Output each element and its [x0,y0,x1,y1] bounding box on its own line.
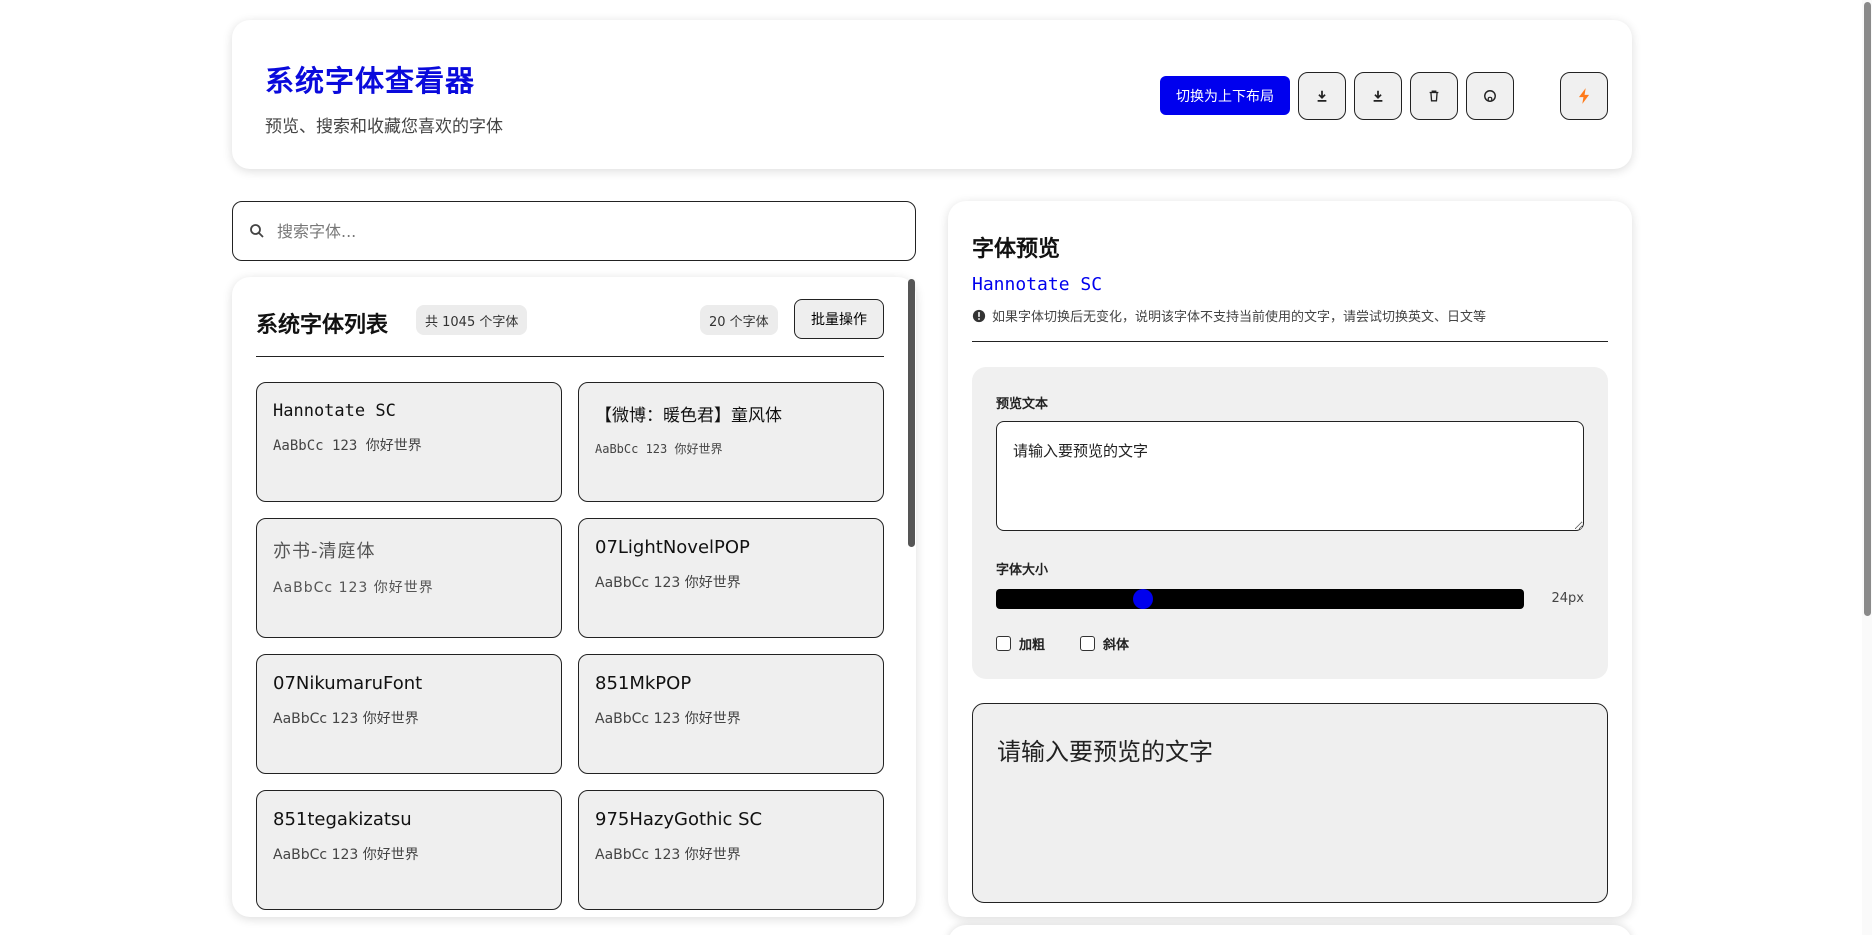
download-button[interactable] [1354,72,1402,120]
font-card-name: 07LightNovelPOP [595,537,750,558]
next-panel-card [948,925,1632,935]
shown-count-badge: 20 个字体 [700,305,778,335]
search-icon [250,224,264,238]
toggle-layout-button[interactable]: 切换为上下布局 [1160,76,1290,115]
preview-title: 字体预览 [972,237,1061,262]
font-card[interactable]: 07LightNovelPOP AaBbCc 123 你好世界 [578,518,884,638]
font-list-scrollbar[interactable] [908,277,916,917]
italic-checkbox[interactable] [1080,636,1095,651]
font-list-header: 系统字体列表 共 1045 个字体 20 个字体 批量操作 [256,299,884,357]
info-icon [972,309,986,322]
page-scrollbar[interactable] [1862,0,1872,935]
bold-toggle[interactable]: 加粗 [996,634,1045,653]
font-card-name: 851MkPOP [595,673,692,694]
preview-panel: 字体预览 Hannotate SC 如果字体切换后无变化，说明该字体不支持当前使… [948,201,1632,917]
current-font-name: Hannotate SC [972,274,1103,295]
app-page: 系统字体查看器 预览、搜索和收藏您喜欢的字体 切换为上下布局 搜索字体... 系… [0,0,1872,935]
font-size-value: 24px [1551,591,1585,606]
delete-button[interactable] [1410,72,1458,120]
font-list-scroll-thumb[interactable] [908,279,915,547]
trash-icon [1429,90,1439,102]
quick-action-button[interactable] [1560,72,1608,120]
page-scroll-thumb[interactable] [1864,2,1871,616]
font-card-name: Hannotate SC [273,401,396,421]
font-card-sample: AaBbCc 123 你好世界 [273,711,419,727]
font-card[interactable]: 851tegakizatsu AaBbCc 123 你好世界 [256,790,562,910]
github-icon [1484,90,1496,102]
font-grid: Hannotate SC AaBbCc 123 你好世界 【微博：暖色君】童风体… [256,382,884,910]
preview-controls: 预览文本 请输入要预览的文字 字体大小 24px 加粗 斜体 [972,367,1608,679]
app-header: 系统字体查看器 预览、搜索和收藏您喜欢的字体 切换为上下布局 [232,20,1632,169]
font-list-panel: 系统字体列表 共 1045 个字体 20 个字体 批量操作 Hannotate … [232,277,916,917]
preview-text-input[interactable]: 请输入要预览的文字 [996,421,1584,531]
font-card[interactable]: 【微博：暖色君】童风体 AaBbCc 123 你好世界 [578,382,884,502]
font-size-slider-thumb[interactable] [1133,589,1154,609]
font-card[interactable]: 07NikumaruFont AaBbCc 123 你好世界 [256,654,562,774]
font-card[interactable]: 975HazyGothic SC AaBbCc 123 你好世界 [578,790,884,910]
bold-checkbox[interactable] [996,636,1011,651]
font-card-name: 975HazyGothic SC [595,809,763,830]
font-card-sample: AaBbCc 123 你好世界 [595,711,741,727]
total-count-badge: 共 1045 个字体 [416,305,528,335]
font-card-name: 亦书-清庭体 [273,541,376,562]
font-card-sample: AaBbCc 123 你好世界 [273,847,419,863]
download-icon [1317,90,1327,102]
app-title: 系统字体查看器 [265,64,476,98]
font-size-label: 字体大小 [996,563,1049,578]
font-card-name: 07NikumaruFont [273,673,423,694]
export-button[interactable] [1298,72,1346,120]
font-card-name: 851tegakizatsu [273,809,412,830]
divider [972,341,1608,342]
font-card-sample: AaBbCc 123 你好世界 [595,847,741,863]
support-notice: 如果字体切换后无变化，说明该字体不支持当前使用的文字，请尝试切换英文、日文等 [972,306,1486,325]
preview-text-label: 预览文本 [996,397,1049,412]
lightning-icon [1578,88,1590,104]
font-card[interactable]: 851MkPOP AaBbCc 123 你好世界 [578,654,884,774]
support-notice-text: 如果字体切换后无变化，说明该字体不支持当前使用的文字，请尝试切换英文、日文等 [992,310,1487,325]
font-card-name: 【微博：暖色君】童风体 [595,406,782,426]
app-subtitle: 预览、搜索和收藏您喜欢的字体 [265,117,503,137]
search-input[interactable] [277,221,877,241]
font-card[interactable]: 亦书-清庭体 AaBbCc 123 你好世界 [256,518,562,638]
search-box [232,201,916,261]
preview-output: 请输入要预览的文字 [972,703,1608,903]
font-card-sample: AaBbCc 123 你好世界 [595,575,741,591]
font-card-sample: AaBbCc 123 你好世界 [595,442,723,456]
font-list-title: 系统字体列表 [256,313,389,338]
font-card-sample: AaBbCc 123 你好世界 [273,438,422,454]
italic-toggle[interactable]: 斜体 [1080,634,1129,653]
italic-label: 斜体 [1103,638,1130,653]
batch-operation-button[interactable]: 批量操作 [794,299,884,339]
bold-label: 加粗 [1019,638,1046,653]
font-size-slider[interactable] [996,589,1524,609]
github-button[interactable] [1466,72,1514,120]
font-card[interactable]: Hannotate SC AaBbCc 123 你好世界 [256,382,562,502]
download-icon [1373,90,1383,102]
font-card-sample: AaBbCc 123 你好世界 [273,580,434,596]
